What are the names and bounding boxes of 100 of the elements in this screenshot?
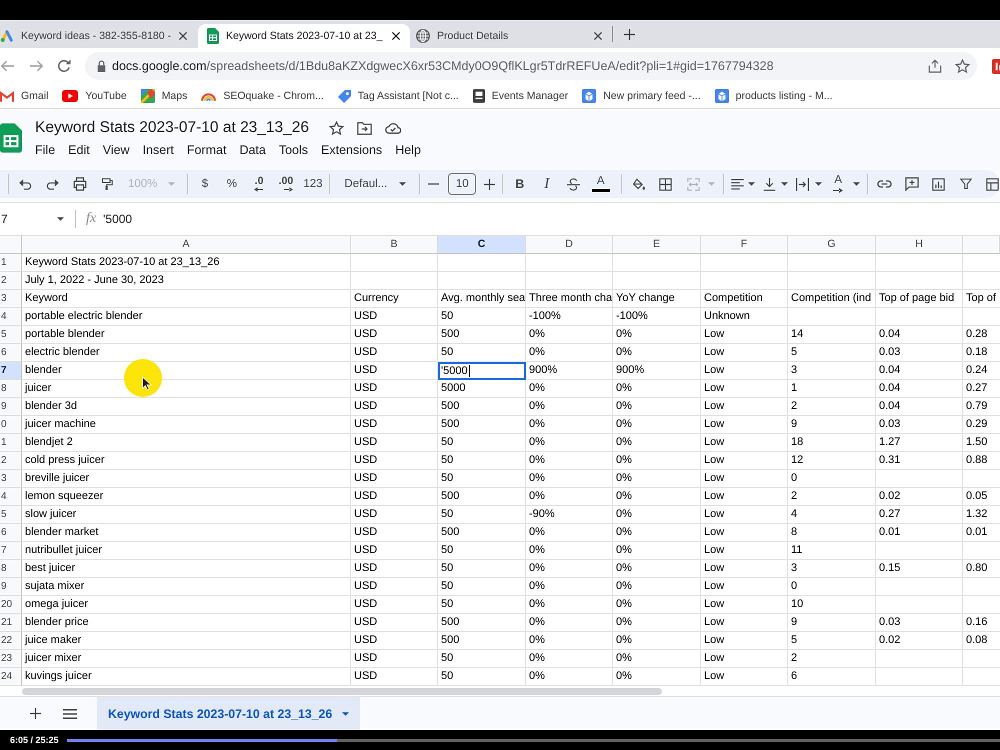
plus-icon[interactable] bbox=[624, 28, 635, 40]
table-cell-text: 0% bbox=[615, 417, 633, 432]
table-cell-text: USD bbox=[353, 345, 378, 360]
row-number: 8 bbox=[0, 560, 22, 578]
table-cell-text: Currency bbox=[353, 291, 400, 306]
align-bottom-icon bbox=[763, 178, 776, 190]
right-arrow-icon bbox=[284, 187, 294, 192]
bold-button[interactable]: B bbox=[506, 170, 534, 198]
bookmark[interactable]: YouTube bbox=[62, 90, 127, 102]
forward-arrow-icon[interactable] bbox=[30, 59, 44, 73]
row-number: 9 bbox=[0, 398, 22, 416]
menu-item[interactable]: Help bbox=[395, 143, 421, 157]
table-cell-text: 0% bbox=[528, 327, 546, 342]
text-rotation-button[interactable]: A bbox=[825, 170, 864, 198]
document-title[interactable]: Keyword Stats 2023-07-10 at 23_13_26 bbox=[35, 119, 310, 137]
text-color-button[interactable]: A bbox=[587, 170, 614, 198]
add-comment-icon bbox=[904, 177, 919, 191]
plus-icon[interactable] bbox=[30, 708, 41, 719]
table-cell-text: 0.03 bbox=[878, 417, 902, 432]
menu-item[interactable]: Format bbox=[186, 143, 226, 157]
fx-label: fx bbox=[86, 211, 96, 227]
bookmark[interactable]: New primary feed -... bbox=[582, 89, 701, 103]
table-cell-text: 500 bbox=[440, 633, 460, 648]
caret-icon bbox=[708, 182, 716, 186]
cloud-check-icon[interactable] bbox=[385, 122, 402, 134]
video-progress-track[interactable] bbox=[66, 738, 1000, 742]
box-icon bbox=[714, 89, 729, 103]
browser-tab[interactable]: Keyword Stats 2023-07-10 at 23_ bbox=[198, 24, 410, 48]
table-cell-text: USD bbox=[353, 381, 378, 396]
cell-editor[interactable]: '5000 bbox=[438, 362, 526, 380]
table-cell-text: 5 bbox=[790, 633, 798, 648]
table-cell-text: 0% bbox=[615, 435, 633, 450]
percent-format-button[interactable]: % bbox=[218, 170, 246, 198]
row-number: 22 bbox=[0, 632, 22, 650]
reload-icon[interactable] bbox=[57, 59, 71, 73]
share-icon[interactable] bbox=[928, 59, 942, 73]
bookmark[interactable]: Tag Assistant [Not c... bbox=[338, 90, 459, 102]
italic-button[interactable]: I bbox=[533, 170, 560, 198]
table-cell-text: July 1, 2022 - June 30, 2023 bbox=[24, 273, 165, 288]
table-cell-text: 0.24 bbox=[965, 363, 988, 378]
font-dropdown[interactable]: Defaul... bbox=[333, 170, 416, 198]
list-icon[interactable] bbox=[63, 708, 77, 718]
table-cell-text: Low bbox=[703, 471, 726, 486]
bookmark[interactable]: Maps bbox=[140, 89, 188, 103]
table-cell-text: nutribullet juicer bbox=[24, 543, 104, 558]
table-cell-text: 500 bbox=[440, 525, 460, 540]
video-time: 6:05 / 25:25 bbox=[10, 735, 59, 745]
table-cell-text: USD bbox=[353, 543, 378, 558]
name-box[interactable]: 7 bbox=[0, 207, 68, 231]
scrollbar-thumb[interactable] bbox=[22, 688, 662, 695]
increase-decimals-button[interactable]: .00 bbox=[272, 170, 300, 198]
link-icon bbox=[877, 180, 892, 188]
back-arrow-icon[interactable] bbox=[0, 59, 14, 73]
table-cell-text: USD bbox=[353, 651, 378, 666]
row-number: 21 bbox=[0, 614, 22, 632]
table-cell-text: 0% bbox=[528, 579, 546, 594]
menu-item[interactable]: Extensions bbox=[321, 143, 382, 157]
number-format-button[interactable]: 123 bbox=[299, 170, 326, 198]
table-cell-text: Low bbox=[703, 417, 726, 432]
column-header: E bbox=[613, 235, 701, 254]
table-cell-text: Competition (ind bbox=[790, 291, 872, 306]
table-cell-text: 0% bbox=[528, 615, 546, 630]
paint-bucket-icon bbox=[632, 178, 646, 190]
decrease-decimals-button[interactable]: .0 bbox=[245, 170, 272, 198]
paint-roller-icon bbox=[100, 177, 112, 191]
close-icon[interactable] bbox=[179, 32, 187, 40]
bookmark[interactable]: Gmail bbox=[0, 90, 48, 102]
table-cell-text: 0 bbox=[790, 471, 798, 486]
table-cell-text: 18 bbox=[790, 435, 804, 450]
formula-field[interactable]: '5000 bbox=[103, 207, 1000, 231]
table-cell-text: 0% bbox=[528, 525, 546, 540]
column-header: G bbox=[788, 235, 876, 254]
menu-item[interactable]: Data bbox=[239, 143, 266, 157]
table-cell-text: portable electric blender bbox=[24, 309, 144, 324]
close-icon[interactable] bbox=[392, 32, 400, 40]
browser-tab[interactable]: Product Details bbox=[410, 24, 612, 48]
menu-item[interactable]: File bbox=[35, 143, 56, 157]
browser-tab[interactable]: Keyword ideas - 382-355-8180 - bbox=[0, 24, 198, 48]
sheet-tab[interactable]: Keyword Stats 2023-07-10 at 23_13_26 bbox=[97, 697, 360, 730]
currency-format-button[interactable]: $ bbox=[191, 170, 218, 198]
table-cell-text: 4 bbox=[790, 507, 798, 522]
star-icon[interactable] bbox=[955, 58, 970, 74]
bookmark[interactable]: Events Manager bbox=[472, 89, 568, 103]
row-number: 6 bbox=[0, 344, 22, 362]
box-icon bbox=[582, 89, 596, 103]
address-bar[interactable]: docs.google.com/spreadsheets/d/1Bdu8aKZXdgwecX6xr53CMdy0O9QflKLgr5TdrREFUeA/edit?pli=1#gid=1767794328 bbox=[85, 52, 977, 80]
menu-item[interactable]: Edit bbox=[68, 143, 90, 157]
menu-item[interactable]: Tools bbox=[278, 143, 308, 157]
bookmark[interactable]: SEOquake - Chrom... bbox=[201, 90, 324, 102]
table-cell-text: 0% bbox=[528, 399, 546, 414]
font-size-field[interactable]: 10 bbox=[448, 173, 476, 195]
row-number: 6 bbox=[0, 524, 22, 542]
table-cell-text: 0% bbox=[528, 651, 546, 666]
menu-item[interactable]: View bbox=[102, 143, 130, 157]
close-icon[interactable] bbox=[594, 32, 602, 40]
table-cell-text: USD bbox=[353, 489, 378, 504]
star-icon[interactable] bbox=[329, 120, 344, 136]
move-folder-icon[interactable] bbox=[357, 122, 372, 134]
bookmark[interactable]: products listing - M... bbox=[714, 89, 833, 103]
menu-item[interactable]: Insert bbox=[142, 143, 174, 157]
